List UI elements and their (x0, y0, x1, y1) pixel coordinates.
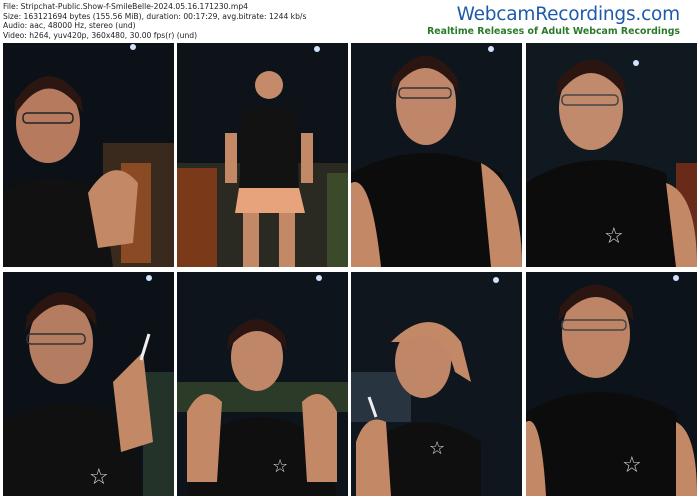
thumbnail-frame-8: ☆ (526, 272, 697, 496)
svg-text:☆: ☆ (429, 438, 445, 459)
thumbnail-frame-6: ☆ (177, 272, 348, 496)
svg-text:☆: ☆ (272, 456, 288, 477)
thumbnail-frame-5: ☆ (3, 272, 174, 496)
header: File: Stripchat-Public.Show-f-SmileBelle… (0, 0, 700, 42)
thumbnail-frame-4: ☆ (526, 43, 697, 267)
thumbnail-grid: ☆ ☆ ☆ ☆ ☆ (3, 43, 697, 498)
file-name: File: Stripchat-Public.Show-f-SmileBelle… (3, 2, 248, 11)
thumbnail-frame-7: ☆ (351, 272, 522, 496)
audio-info: Audio: aac, 48000 Hz, stereo (und) (3, 21, 136, 31)
thumbnail-frame-2 (177, 43, 348, 267)
file-size-duration: Size: 163121694 bytes (155.56 MiB), dura… (3, 11, 307, 21)
file-metadata: File: Stripchat-Public.Show-f-SmileBelle… (3, 2, 306, 40)
svg-text:☆: ☆ (622, 453, 642, 478)
video-info: Video: h264, yuv420p, 360x480, 30.00 fps… (3, 30, 198, 40)
brand-logo: WebcamRecordings.com Realtime Releases o… (427, 4, 680, 38)
thumbnail-frame-3 (351, 43, 522, 267)
brand-subtitle: Realtime Releases of Adult Webcam Record… (427, 26, 680, 37)
thumbnail-frame-1 (3, 43, 174, 267)
brand-title: WebcamRecordings.com (456, 4, 681, 25)
svg-text:☆: ☆ (604, 224, 624, 249)
svg-text:☆: ☆ (89, 465, 109, 490)
